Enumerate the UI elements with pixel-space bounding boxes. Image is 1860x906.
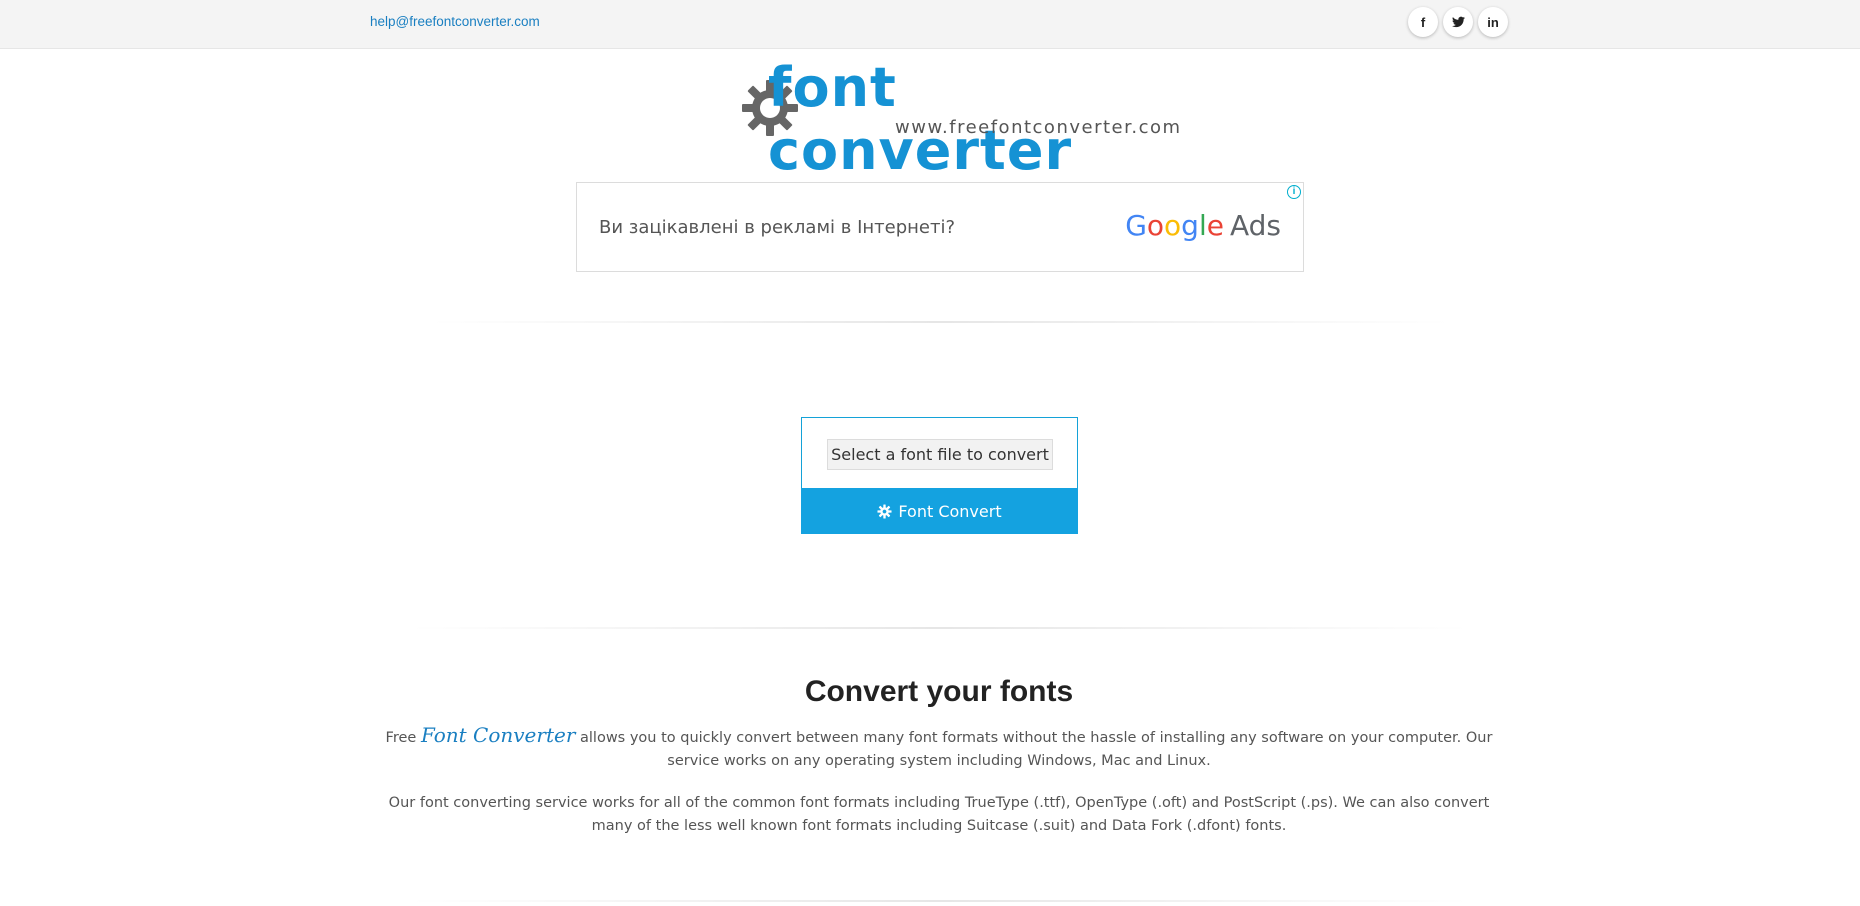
section-heading: Convert your fonts: [804, 675, 1074, 708]
intro-paragraph: Free Font Converter allows you to quickl…: [372, 724, 1506, 773]
ad-text: Ви зацікавлені в рекламі в Інтернеті?: [599, 217, 956, 238]
twitter-icon[interactable]: [1443, 7, 1473, 37]
font-convert-label: Font Convert: [898, 501, 1002, 521]
font-convert-button[interactable]: Font Convert: [801, 488, 1078, 534]
support-email-link[interactable]: help@freefontconverter.com: [370, 14, 540, 29]
google-ads-logo: Google Ads: [1125, 209, 1281, 242]
formats-paragraph: Our font converting service works for al…: [388, 795, 1490, 834]
intro-prefix: Free: [385, 730, 421, 746]
social-links: f in: [1408, 7, 1508, 37]
divider: [410, 900, 1470, 902]
font-converter-form: Select a font file to convert Font Conve…: [801, 417, 1078, 534]
facebook-icon[interactable]: f: [1408, 7, 1438, 37]
select-font-file-button[interactable]: Select a font file to convert: [827, 439, 1053, 470]
site-logo[interactable]: font converter www.freefontconverter.com: [738, 56, 1180, 182]
google-ads-banner[interactable]: Ви зацікавлені в рекламі в Інтернеті? Go…: [576, 182, 1304, 272]
linkedin-icon[interactable]: in: [1478, 7, 1508, 37]
intro-brand-link[interactable]: Font Converter: [421, 723, 575, 747]
twitter-bird-icon: [1451, 16, 1465, 28]
divider: [430, 321, 1450, 323]
ad-info-icon[interactable]: i: [1287, 185, 1301, 199]
cog-icon: [877, 503, 892, 519]
logo-url: www.freefontconverter.com: [895, 117, 1182, 138]
top-bar: help@freefontconverter.com f in: [0, 0, 1860, 49]
intro-suffix: allows you to quickly convert between ma…: [575, 730, 1493, 769]
divider: [410, 627, 1470, 629]
